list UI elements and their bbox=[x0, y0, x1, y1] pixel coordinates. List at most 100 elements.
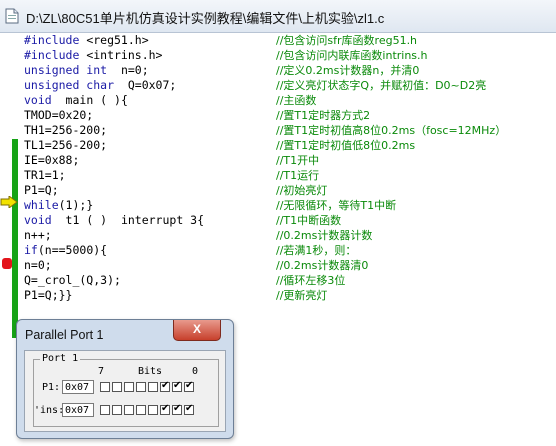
code-text: Q=_crol_(Q,3); bbox=[24, 273, 121, 288]
dialog-client: Port 1 7 Bits 0 P1: 0x07 'ins: 0x07 bbox=[24, 350, 226, 432]
code-text: TH1=256-200; bbox=[24, 123, 107, 138]
code-text: TMOD=0x20; bbox=[24, 108, 93, 123]
code-comment: //初始亮灯 bbox=[276, 184, 328, 197]
code-statement: IE=0x88; bbox=[24, 153, 80, 167]
pins-bit-1-checkbox[interactable] bbox=[172, 403, 182, 415]
code-statement: <reg51.h> bbox=[79, 33, 149, 47]
pins-bit-2-checkbox[interactable] bbox=[160, 403, 170, 415]
code-text: TL1=256-200; bbox=[24, 138, 107, 153]
code-line[interactable]: n++; //0.2ms计数器计数 bbox=[24, 228, 556, 243]
p1-label: P1: bbox=[42, 382, 61, 393]
p1-bit-checkboxes bbox=[100, 380, 200, 394]
p1-bit-5-checkbox[interactable] bbox=[124, 382, 134, 392]
code-text: IE=0x88; bbox=[24, 153, 79, 168]
pins-bit-0-checkbox[interactable] bbox=[184, 403, 194, 415]
code-line[interactable]: TR1=1; //T1运行 bbox=[24, 168, 556, 183]
close-button[interactable]: X bbox=[173, 320, 221, 341]
code-line[interactable]: TL1=256-200; //置T1定时初值低8位0.2ms bbox=[24, 138, 556, 153]
port-group: Port 1 7 Bits 0 P1: 0x07 'ins: 0x07 bbox=[33, 353, 219, 427]
port-group-label: Port 1 bbox=[40, 353, 81, 365]
code-statement: n++; bbox=[24, 228, 52, 242]
code-statement: P1=Q;}} bbox=[24, 288, 73, 302]
p1-bit-7-checkbox[interactable] bbox=[100, 382, 110, 392]
code-statement: P1=Q; bbox=[24, 183, 59, 197]
code-text: n=0; bbox=[24, 258, 52, 273]
p1-bit-2-checkbox[interactable] bbox=[160, 380, 170, 392]
code-text: void t1 ( ) interrupt 3{ bbox=[24, 213, 204, 228]
code-statement: <intrins.h> bbox=[79, 48, 163, 62]
code-keyword: #include bbox=[24, 33, 80, 47]
code-keyword: void bbox=[24, 93, 52, 107]
p1-bit-4-checkbox[interactable] bbox=[136, 382, 146, 392]
code-statement: TR1=1; bbox=[24, 168, 66, 182]
code-line[interactable]: TH1=256-200; //置T1定时初值高8位0.2ms（fosc=12MHz… bbox=[24, 123, 556, 138]
p1-value-field[interactable]: 0x07 bbox=[62, 380, 94, 394]
window-title: D:\ZL\80C51单片机仿真设计实例教程\编辑文件\上机实验\zl1.c bbox=[26, 11, 385, 26]
code-text: unsigned int n=0; bbox=[24, 63, 149, 78]
p1-bit-3-checkbox[interactable] bbox=[148, 382, 158, 392]
pins-bit-7-checkbox[interactable] bbox=[100, 405, 110, 415]
code-comment: //循环左移3位 bbox=[276, 274, 346, 287]
code-line[interactable]: unsigned int n=0; //定义0.2ms计数器n，并清0 bbox=[24, 63, 556, 78]
bits-high-label: 7 bbox=[98, 366, 105, 377]
pins-bit-6-checkbox[interactable] bbox=[112, 405, 122, 415]
code-comment: //T1运行 bbox=[276, 169, 320, 182]
code-statement: n=0; bbox=[107, 63, 149, 77]
code-text: P1=Q;}} bbox=[24, 288, 72, 303]
code-line[interactable]: while(1);} //无限循环，等待T1中断 bbox=[24, 198, 556, 213]
code-keyword: if bbox=[24, 243, 38, 257]
code-coverage-bar bbox=[12, 139, 18, 338]
code-comment: //置T1定时初值低8位0.2ms bbox=[276, 139, 416, 152]
code-statement: t1 ( ) interrupt 3{ bbox=[51, 213, 205, 227]
code-keyword: while bbox=[24, 198, 59, 212]
code-text: void main ( ){ bbox=[24, 93, 128, 108]
code-statement: (1);} bbox=[58, 198, 94, 212]
code-line[interactable]: unsigned char Q=0x07; //定义亮灯状态字Q，并赋初值：D0~… bbox=[24, 78, 556, 93]
p1-bit-1-checkbox[interactable] bbox=[172, 380, 182, 392]
code-statement: Q=_crol_(Q,3); bbox=[24, 273, 121, 287]
code-statement: main ( ){ bbox=[51, 93, 128, 107]
code-comment: //0.2ms计数器清0 bbox=[276, 259, 369, 272]
parallel-port-dialog: Parallel Port 1 X Port 1 7 Bits 0 P1: 0x… bbox=[16, 319, 234, 439]
code-comment: //定义亮灯状态字Q，并赋初值：D0~D2亮 bbox=[276, 79, 487, 92]
code-line[interactable]: P1=Q; //初始亮灯 bbox=[24, 183, 556, 198]
code-comment: //0.2ms计数器计数 bbox=[276, 229, 373, 242]
code-comment: //无限循环，等待T1中断 bbox=[276, 199, 397, 212]
code-line[interactable]: void t1 ( ) interrupt 3{//T1中断函数 bbox=[24, 213, 556, 228]
code-comment: //置T1定时器方式2 bbox=[276, 109, 371, 122]
p1-bit-0-checkbox[interactable] bbox=[184, 380, 194, 392]
code-statement: Q=0x07; bbox=[114, 78, 177, 92]
code-text: while(1);} bbox=[24, 198, 93, 213]
code-text: if(n==5000){ bbox=[24, 243, 107, 258]
breakpoint-icon[interactable] bbox=[2, 258, 12, 269]
code-text: unsigned char Q=0x07; bbox=[24, 78, 176, 93]
pins-bit-4-checkbox[interactable] bbox=[136, 405, 146, 415]
code-comment: //包含访问sfr库函数reg51.h bbox=[276, 34, 418, 47]
code-text: P1=Q; bbox=[24, 183, 59, 198]
code-line[interactable]: void main ( ){ //主函数 bbox=[24, 93, 556, 108]
code-statement: TMOD=0x20; bbox=[24, 108, 94, 122]
code-comment: //若满1秒，则： bbox=[276, 244, 357, 257]
code-comment: //T1开中 bbox=[276, 154, 320, 167]
code-line[interactable]: Q=_crol_(Q,3); //循环左移3位 bbox=[24, 273, 556, 288]
code-line[interactable]: IE=0x88; //T1开中 bbox=[24, 153, 556, 168]
code-comment: //包含访问内联库函数intrins.h bbox=[276, 49, 428, 62]
pins-bit-checkboxes bbox=[100, 403, 200, 417]
p1-bit-6-checkbox[interactable] bbox=[112, 382, 122, 392]
pins-bit-5-checkbox[interactable] bbox=[124, 405, 134, 415]
code-comment: //主函数 bbox=[276, 94, 317, 107]
code-line[interactable]: n=0; //0.2ms计数器清0 bbox=[24, 258, 556, 273]
code-line[interactable]: #include <reg51.h> //包含访问sfr库函数reg51.h bbox=[24, 33, 556, 48]
code-line[interactable]: TMOD=0x20; //置T1定时器方式2 bbox=[24, 108, 556, 123]
code-line[interactable]: if(n==5000){ //若满1秒，则： bbox=[24, 243, 556, 258]
bits-low-label: 0 bbox=[192, 366, 199, 377]
code-text: TR1=1; bbox=[24, 168, 66, 183]
pins-bit-3-checkbox[interactable] bbox=[148, 405, 158, 415]
code-text: #include <reg51.h> bbox=[24, 33, 149, 48]
code-line[interactable]: P1=Q;}} //更新亮灯 bbox=[24, 288, 556, 303]
current-line-arrow-icon bbox=[0, 196, 18, 208]
pins-label: 'ins: bbox=[34, 405, 65, 416]
code-line[interactable]: #include <intrins.h> //包含访问内联库函数intrins.h bbox=[24, 48, 556, 63]
pins-value-field[interactable]: 0x07 bbox=[62, 403, 94, 417]
dialog-title: Parallel Port 1 bbox=[25, 328, 104, 342]
